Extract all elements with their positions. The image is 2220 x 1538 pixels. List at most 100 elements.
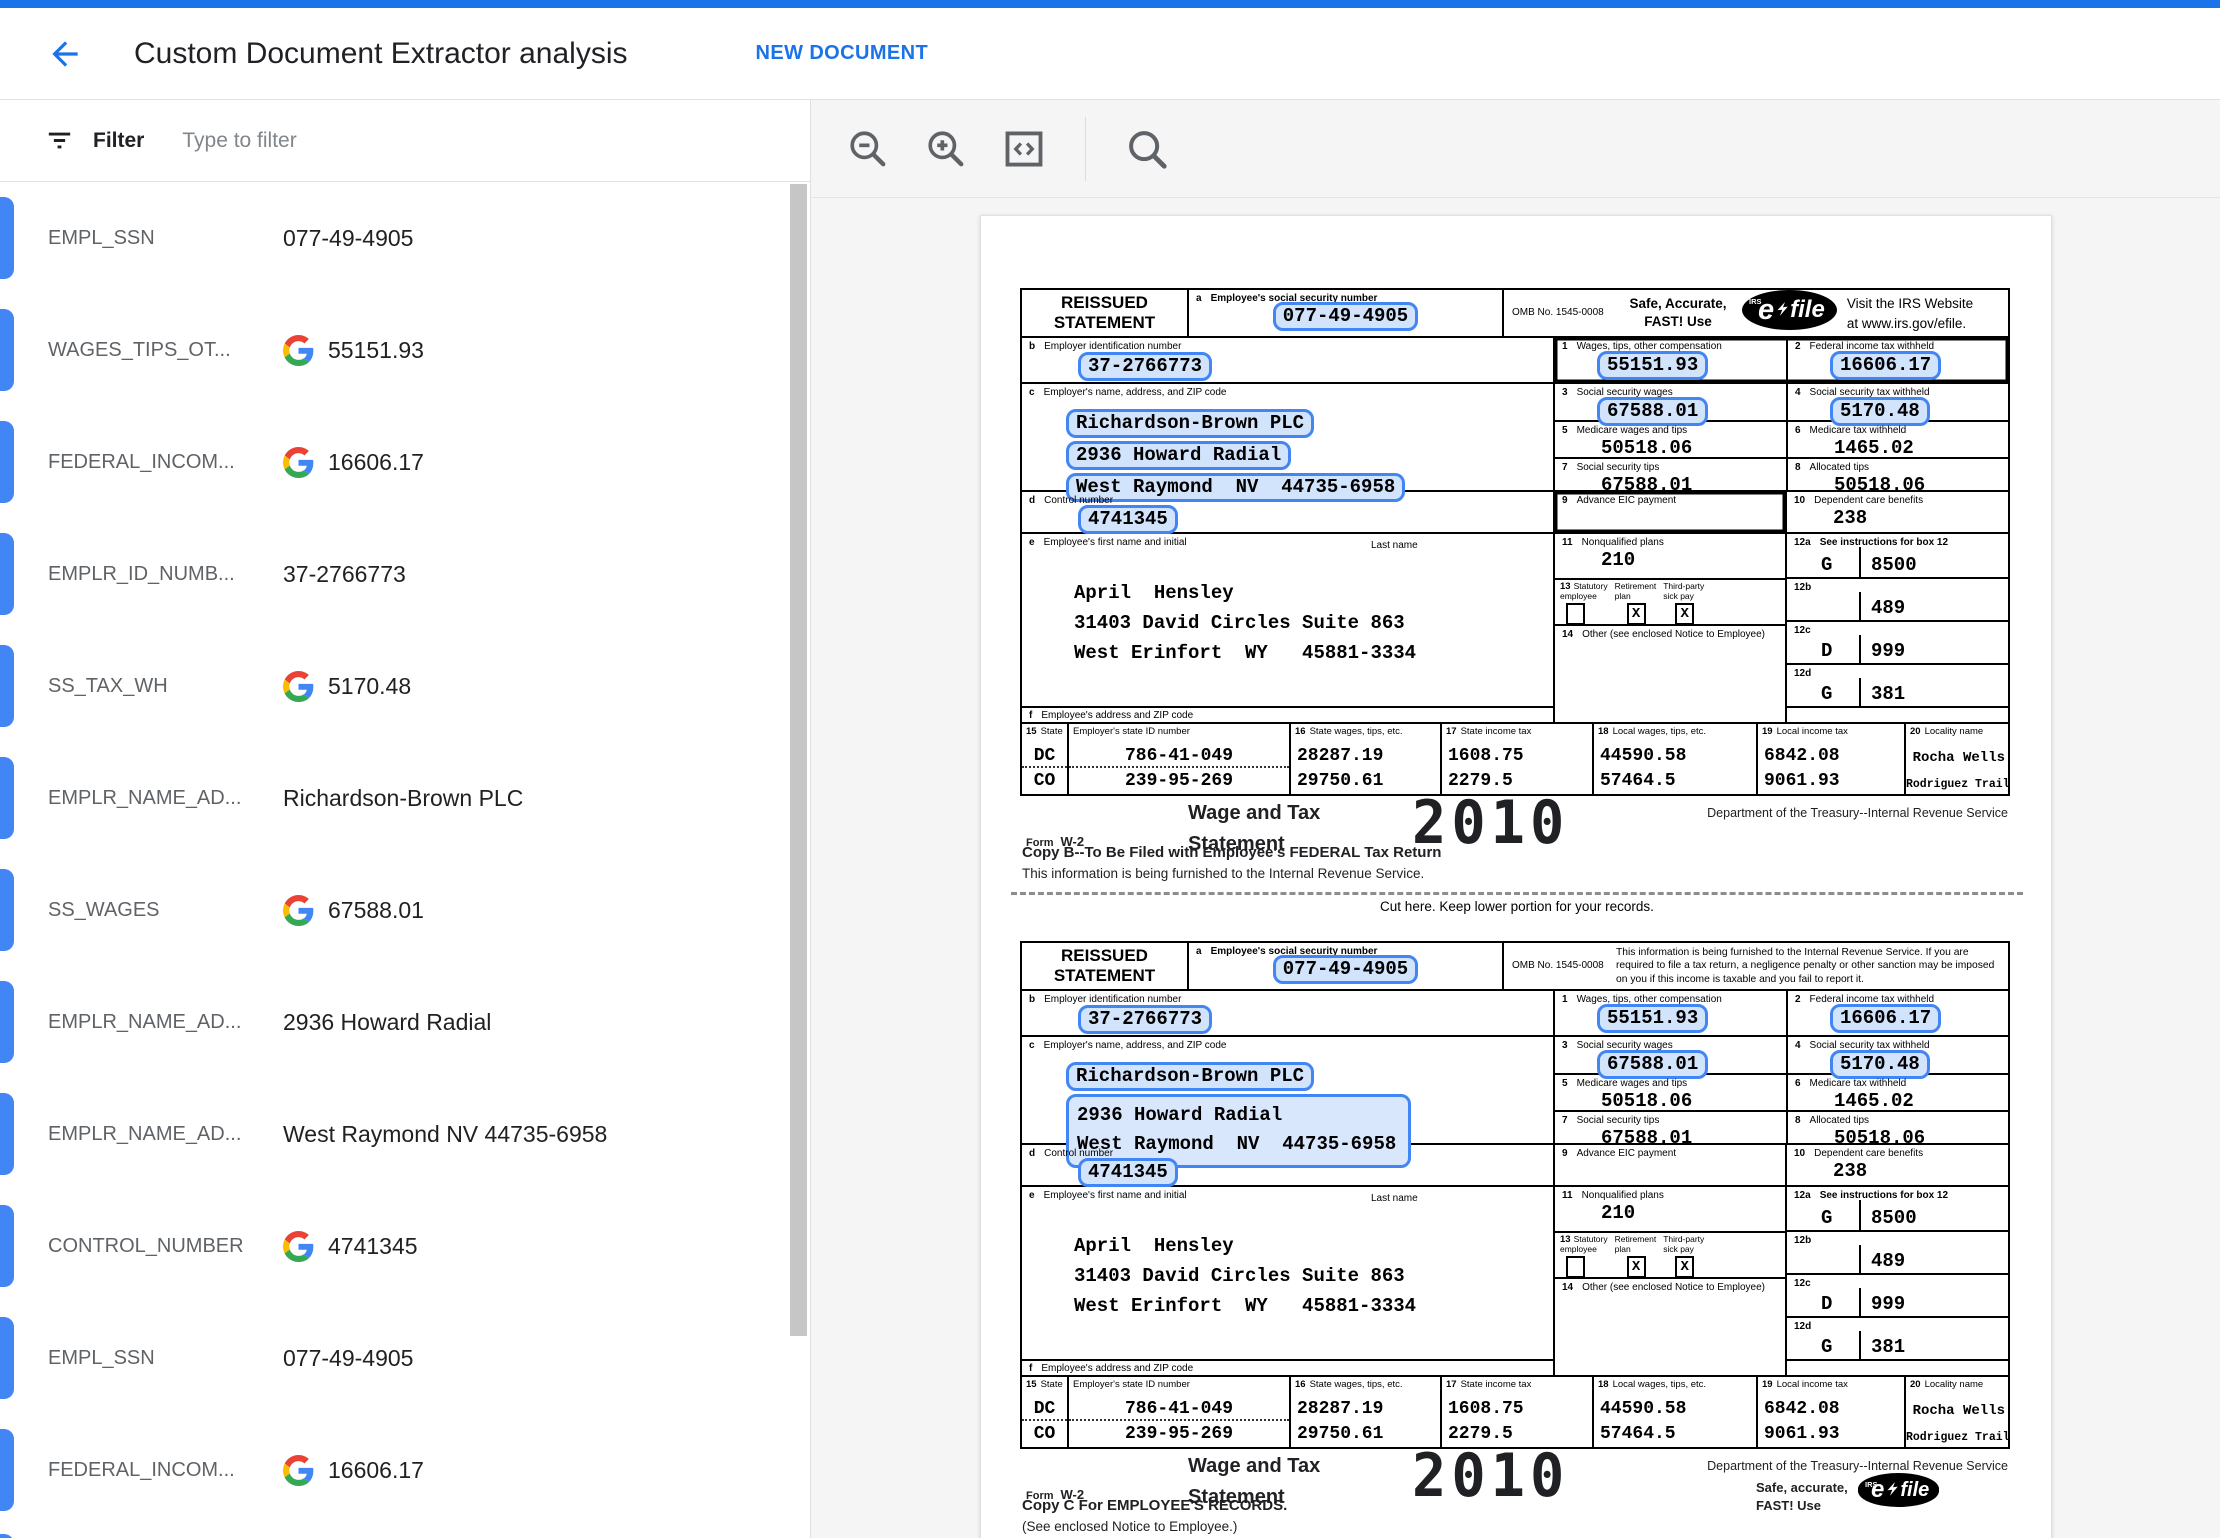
w2-box-12b: 12b489 <box>1787 577 2008 620</box>
field-row-emplr-name-ad-[interactable]: EMPLR_NAME_AD...2936 Howard Radial <box>0 966 810 1078</box>
code-view-button[interactable] <box>1001 126 1047 172</box>
reissued-statement: REISSUEDSTATEMENT <box>1022 290 1187 336</box>
box-letter: 2 <box>1795 341 1801 352</box>
employer-address: Richardson-Brown PLC2936 Howard RadialWe… <box>1022 398 1553 502</box>
search-icon <box>1124 126 1170 172</box>
w2-box-6: 6Medicare tax withheld1465.02 <box>1786 1075 2008 1110</box>
w2-mid-group: 11Nonqualified plans21013Statutoryemploy… <box>1553 1187 1785 1359</box>
copy-designation-line2: (See enclosed Notice to Employee.) <box>1022 1519 1237 1534</box>
new-document-button[interactable]: NEW DOCUMENT <box>756 42 929 65</box>
state-row2-value: 9061.93 <box>1758 1424 1840 1444</box>
field-row-emplr-name-ad-[interactable]: EMPLR_NAME_AD...Richardson-Brown PLC <box>0 742 810 854</box>
w2-box-12d-code: G <box>1821 1336 1832 1358</box>
field-row-partial[interactable] <box>0 1526 810 1538</box>
state-col-header: Employer's state ID number <box>1069 724 1289 739</box>
w2-box-12a: 12aSee instructions for box 12G8500 <box>1787 534 2008 577</box>
checkbox-sick-pay[interactable]: X <box>1675 603 1694 625</box>
control-number-wrap: 4741345 <box>1078 1158 1553 1187</box>
field-row-empl-ssn[interactable]: EMPL_SSN077-49-4905 <box>0 182 810 294</box>
field-value: 077-49-4905 <box>283 1345 413 1372</box>
state-col-header: 19Local income tax <box>1758 724 1904 739</box>
w2-box-2: 2Federal income tax withheld16606.17 <box>1786 991 2008 1035</box>
field-accent-bar <box>0 645 14 727</box>
efile-file-text: file <box>1790 296 1825 324</box>
w2-form-copy-c: REISSUEDSTATEMENTaEmployee's social secu… <box>1020 941 2010 1538</box>
box-letter: 1 <box>1562 341 1568 352</box>
ein-value-wrap: 37-2766773 <box>1078 1005 1553 1034</box>
back-button[interactable] <box>42 31 88 77</box>
box-letter: 4 <box>1795 1040 1801 1051</box>
box-label: 9Advance EIC payment <box>1555 1145 1785 1159</box>
checkbox-plan[interactable]: X <box>1627 603 1646 625</box>
w2-box-6-value-wrap: 1465.02 <box>1788 1090 2008 1112</box>
w2-box-2-value: 16606.17 <box>1830 351 1941 380</box>
ssn-value-wrap: 077-49-4905 <box>1189 302 1502 331</box>
field-row-wages-tips-ot-[interactable]: WAGES_TIPS_OT...55151.93 <box>0 294 810 406</box>
filter-input[interactable] <box>180 128 664 154</box>
w2-box-12a: 12aSee instructions for box 12G8500 <box>1787 1187 2008 1230</box>
panel-scrollbar[interactable] <box>790 184 807 1336</box>
state-row2-value: 57464.5 <box>1594 1424 1676 1444</box>
field-row-empl-ssn[interactable]: EMPL_SSN077-49-4905 <box>0 1302 810 1414</box>
state-row2-value: 29750.61 <box>1291 1424 1383 1444</box>
state-row2-value: 9061.93 <box>1758 771 1840 791</box>
state-row2-value: CO <box>1034 1424 1056 1444</box>
state-row1-value: Rocha Wells <box>1913 750 2008 766</box>
last-name-label: Last name <box>1364 1190 1418 1204</box>
field-row-federal-incom-[interactable]: FEDERAL_INCOM...16606.17 <box>0 406 810 518</box>
reissued-line2: STATEMENT <box>1022 966 1187 986</box>
state-col-1: 15StateDCCO <box>1022 1377 1067 1447</box>
employee-line-1: April Hensley <box>1074 578 1553 608</box>
state-row2-value: 29750.61 <box>1291 771 1383 791</box>
state-row2-value: Rodriguez Trail <box>1906 778 2013 791</box>
ein-value: 37-2766773 <box>1078 352 1212 381</box>
box-label: 12b <box>1787 579 2008 593</box>
state-row1-value: 28287.19 <box>1291 746 1383 766</box>
w2-box-12d-value: 381 <box>1871 1336 1905 1358</box>
employee-line-3: West Erinfort WY 45881-3334 <box>1074 1291 1553 1321</box>
field-value: 67588.01 <box>283 895 424 926</box>
efile-logo-wrap: IRSefile <box>1858 1473 1939 1507</box>
w2-box-12c-code: D <box>1821 1293 1832 1315</box>
checkbox-plan[interactable]: X <box>1627 1256 1646 1278</box>
checkbox-sick-pay[interactable]: X <box>1675 1256 1694 1278</box>
field-row-emplr-id-numb-[interactable]: EMPLR_ID_NUMB...37-2766773 <box>0 518 810 630</box>
checkbox-employee[interactable] <box>1566 603 1585 625</box>
w2-box-12d: 12dG381 <box>1787 1316 2008 1359</box>
state-row2-value: CO <box>1034 771 1056 791</box>
state-col-header: 18Local wages, tips, etc. <box>1594 724 1756 739</box>
field-row-control-number[interactable]: CONTROL_NUMBER4741345 <box>0 1190 810 1302</box>
zoom-out-button[interactable] <box>845 126 891 172</box>
state-row1-value: 786-41-049 <box>1125 1399 1233 1419</box>
box-label: 12c <box>1787 622 2008 636</box>
w2-box-12-group: 12aSee instructions for box 12G850012b48… <box>1785 1187 2008 1359</box>
field-value: 5170.48 <box>283 671 411 702</box>
w2-form-copy-b: REISSUEDSTATEMENTaEmployee's social secu… <box>1020 288 2010 796</box>
field-row-ss-wages[interactable]: SS_WAGES67588.01 <box>0 854 810 966</box>
zoom-in-button[interactable] <box>923 126 969 172</box>
w2-box-13-col-1: 13Statutoryemployee <box>1560 1235 1608 1277</box>
checkbox-employee[interactable] <box>1566 1256 1585 1278</box>
state-col-num: 20 <box>1910 1379 1921 1390</box>
state-col-num: 20 <box>1910 726 1921 737</box>
employer-line-wrap: Richardson-Brown PLC <box>1066 409 1553 438</box>
w2-box-12b-value: 489 <box>1871 597 1905 619</box>
w2-box-10-value-wrap: 238 <box>1787 1160 2008 1182</box>
field-row-emplr-name-ad-[interactable]: EMPLR_NAME_AD...West Raymond NV 44735-69… <box>0 1078 810 1190</box>
w2-box-11: 11Nonqualified plans210 <box>1555 534 1785 578</box>
box-label: 12b <box>1787 1232 2008 1246</box>
box-label: 5Medicare wages and tips <box>1555 1075 1786 1089</box>
field-row-ss-tax-wh[interactable]: SS_TAX_WH5170.48 <box>0 630 810 742</box>
ssn-value: 077-49-4905 <box>1273 955 1418 984</box>
field-value-text: 077-49-4905 <box>283 225 413 252</box>
search-button[interactable] <box>1124 126 1170 172</box>
employer-line-1: Richardson-Brown PLC <box>1066 409 1314 438</box>
state-col-num: 16 <box>1295 1379 1306 1390</box>
state-row1-value: DC <box>1034 746 1056 766</box>
w2-row-b: bEmployer identification number37-276677… <box>1022 989 2008 1035</box>
state-col-4: 17State income tax1608.752279.5 <box>1440 1377 1592 1447</box>
w2-box-3-8-group: 3Social security wages67588.014Social se… <box>1553 1037 2008 1143</box>
w2-box-3: 3Social security wages67588.01 <box>1555 384 1786 420</box>
state-col-1: 15StateDCCO <box>1022 724 1067 794</box>
field-row-federal-incom-[interactable]: FEDERAL_INCOM...16606.17 <box>0 1414 810 1526</box>
